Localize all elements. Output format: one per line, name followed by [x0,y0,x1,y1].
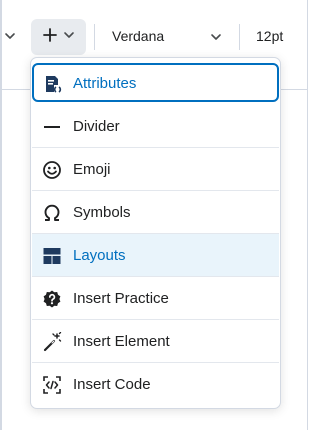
menu-item-insert-practice[interactable]: Insert Practice [32,277,279,320]
menu-item-label: Insert Code [73,376,151,393]
practice-icon [42,289,62,309]
chevron-down-icon [209,30,223,44]
font-size-select[interactable]: 12pt [256,28,283,44]
omega-icon [42,203,62,223]
menu-item-label: Divider [73,118,120,135]
menu-item-label: Emoji [73,161,111,178]
font-family-value: Verdana [112,28,165,44]
menu-item-label: Insert Element [73,333,170,350]
menu-item-insert-element[interactable]: Insert Element [32,320,279,363]
attributes-icon [43,74,63,94]
insert-dropdown-menu: Attributes Divider Emoji Symbols Layouts… [30,57,281,409]
magic-wand-icon [42,332,62,352]
menu-item-symbols[interactable]: Symbols [32,191,279,234]
font-family-select[interactable]: Verdana [95,20,233,54]
emoji-icon [42,160,62,180]
chevron-down-icon [63,28,75,46]
menu-item-layouts[interactable]: Layouts [32,234,279,277]
chevron-down-icon[interactable] [3,28,17,44]
menu-item-label: Insert Practice [73,290,169,307]
menu-item-label: Attributes [73,75,137,92]
divider-icon [42,117,62,137]
menu-item-attributes[interactable]: Attributes [32,63,279,102]
menu-item-insert-code[interactable]: Insert Code [32,363,279,406]
menu-item-divider[interactable]: Divider [32,105,279,148]
menu-item-label: Layouts [73,247,126,264]
menu-item-label: Symbols [73,204,131,221]
layouts-icon [42,246,62,266]
insert-stuff-button[interactable] [31,19,86,55]
code-icon [42,375,62,395]
toolbar-separator [239,24,240,50]
plus-icon [42,27,57,47]
menu-item-emoji[interactable]: Emoji [32,148,279,191]
